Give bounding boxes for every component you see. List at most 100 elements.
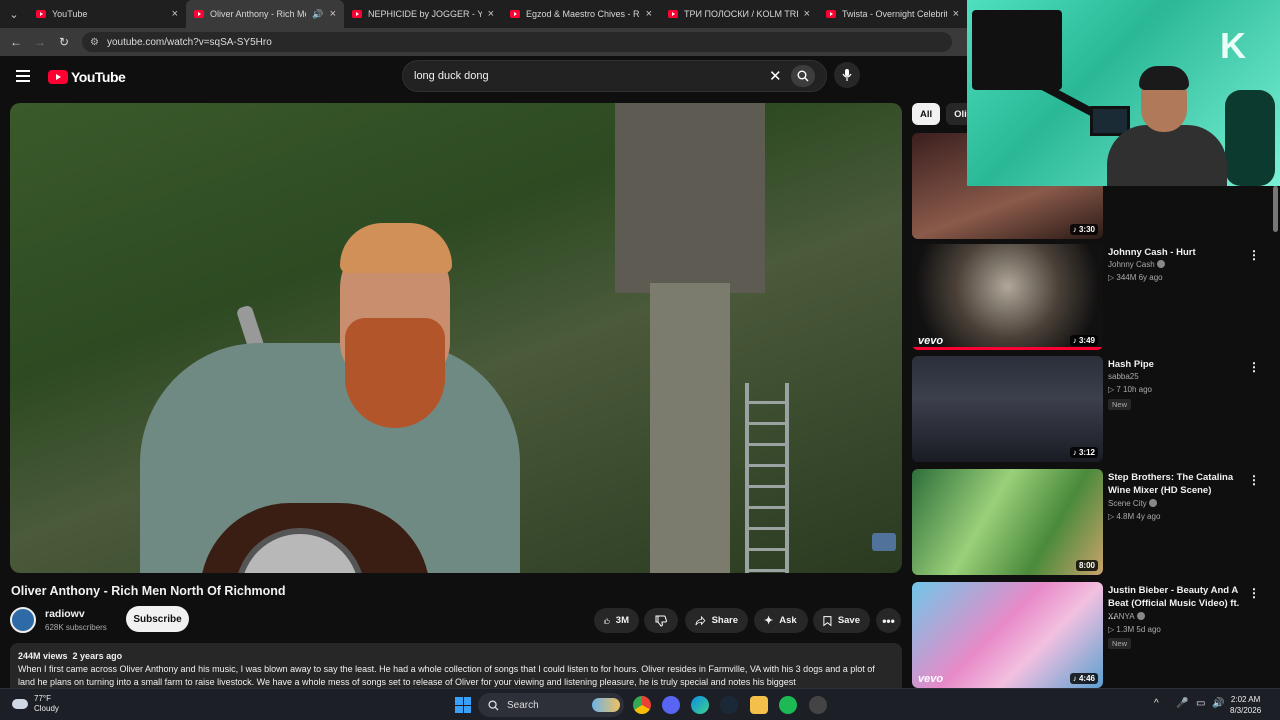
browser-tab-active[interactable]: Oliver Anthony - Rich Men 🔊 × xyxy=(186,0,344,28)
tab-close-icon[interactable]: × xyxy=(646,8,652,20)
speaker-icon[interactable]: 🔊 xyxy=(312,9,323,20)
subscriber-count: 628K subscribers xyxy=(45,623,107,632)
tab-title: NEPHICIDE by JOGGER - YouTu xyxy=(368,9,482,19)
discord-icon[interactable] xyxy=(662,696,680,714)
new-badge: New xyxy=(1108,399,1132,410)
thumbs-down-icon xyxy=(655,615,667,627)
volume-icon[interactable]: 🔊 xyxy=(1212,698,1224,709)
video-thumbnail[interactable]: vevo ♪ 4:46 xyxy=(912,582,1103,688)
file-explorer-icon[interactable] xyxy=(750,696,768,714)
channel-avatar[interactable] xyxy=(10,607,36,633)
recommendation-item[interactable]: 8:00 Step Brothers: The Catalina Wine Mi… xyxy=(912,469,1270,575)
youtube-favicon-icon xyxy=(668,10,678,18)
browser-tab[interactable]: YouTube × xyxy=(28,0,186,28)
url-text: youtube.com/watch?v=sqSA-SY5Hro xyxy=(106,36,272,48)
gaming-chair xyxy=(1225,90,1275,186)
performer-hair xyxy=(340,223,452,273)
youtube-favicon-icon xyxy=(194,10,204,18)
search-button[interactable] xyxy=(791,65,815,87)
search-highlight-image xyxy=(592,698,620,712)
recommendation-channel[interactable]: Scene City xyxy=(1108,499,1157,508)
channel-text: XANYA xyxy=(1108,612,1135,621)
subscribe-button[interactable]: Subscribe xyxy=(126,606,189,632)
tab-close-icon[interactable]: × xyxy=(804,8,810,20)
browser-tab[interactable]: Twista - Overnight Celebrity (O × xyxy=(818,0,967,28)
reload-icon[interactable]: ↻ xyxy=(52,35,76,49)
tab-close-icon[interactable]: × xyxy=(330,8,336,20)
tray-chevron-up-icon[interactable]: ^ xyxy=(1154,698,1159,709)
recommendation-channel[interactable]: sabba25 xyxy=(1108,372,1139,381)
more-vertical-icon[interactable]: ⋮ xyxy=(1248,360,1260,374)
voice-search-button[interactable] xyxy=(834,62,860,88)
description-box[interactable]: 244M views 2 years ago When I first came… xyxy=(10,643,902,693)
more-vertical-icon[interactable]: ⋮ xyxy=(1248,586,1260,600)
channel-watermark[interactable] xyxy=(872,533,896,551)
browser-toolbar: ← → ↻ ⚙ youtube.com/watch?v=sqSA-SY5Hro xyxy=(0,28,967,56)
tab-search-chevron-icon[interactable]: ⌄ xyxy=(0,0,28,28)
youtube-logo[interactable]: YouTube xyxy=(48,69,126,85)
weather-widget[interactable]: 77°F Cloudy xyxy=(12,694,59,714)
windows-start-icon[interactable] xyxy=(455,697,471,713)
recommendation-channel[interactable]: Johnny Cash xyxy=(1108,260,1165,269)
video-player[interactable] xyxy=(10,103,902,573)
tab-close-icon[interactable]: × xyxy=(488,8,494,20)
tab-title: Egzod & Maestro Chives - Roya xyxy=(526,9,640,19)
description-text: When I first came across Oliver Anthony … xyxy=(18,664,875,687)
neon-sign: K xyxy=(1220,25,1246,66)
network-icon[interactable]: ▭ xyxy=(1196,698,1205,709)
more-vertical-icon[interactable]: ⋮ xyxy=(1248,248,1260,262)
duration-text: 8:00 xyxy=(1078,561,1095,570)
clear-search-icon[interactable]: ✕ xyxy=(769,67,782,85)
search-input[interactable]: long duck dong xyxy=(414,70,489,82)
recommendation-item[interactable]: vevo ♪ 3:49 Johnny Cash - Hurt Johnny Ca… xyxy=(912,244,1270,350)
more-horizontal-icon: ••• xyxy=(882,613,895,628)
channel-name[interactable]: radiowv xyxy=(45,608,85,620)
address-bar[interactable]: ⚙ youtube.com/watch?v=sqSA-SY5Hro xyxy=(82,32,952,52)
verified-icon xyxy=(1136,612,1145,620)
back-arrow-icon[interactable]: ← xyxy=(4,35,28,49)
video-thumbnail[interactable]: 8:00 xyxy=(912,469,1103,575)
more-vertical-icon[interactable]: ⋮ xyxy=(1248,473,1260,487)
share-button[interactable]: Share xyxy=(685,608,748,633)
video-thumbnail[interactable]: ♪ 3:12 xyxy=(912,356,1103,462)
taskbar-search[interactable]: Search xyxy=(478,693,624,717)
microphone-tray-icon[interactable]: 🎤 xyxy=(1176,698,1188,709)
browser-tab[interactable]: ТРИ ПОЛОСКИ / KOLM TRIIPU × xyxy=(660,0,818,28)
recommendation-title[interactable]: Step Brothers: The Catalina Wine Mixer (… xyxy=(1108,471,1248,497)
search-label: Search xyxy=(507,699,539,711)
system-clock[interactable]: 2:02 AM 8/3/2026 xyxy=(1230,694,1261,716)
ask-button[interactable]: ✦ Ask xyxy=(754,608,808,633)
recommendation-channel[interactable]: XANYA xyxy=(1108,612,1145,621)
settings-gear-icon[interactable] xyxy=(809,696,827,714)
microphone-icon xyxy=(842,69,852,81)
site-info-icon[interactable]: ⚙ xyxy=(90,37,99,48)
logo-text: YouTube xyxy=(71,69,126,85)
save-button[interactable]: Save xyxy=(813,608,870,633)
hamburger-menu-icon[interactable] xyxy=(16,70,30,85)
edge-icon[interactable] xyxy=(691,696,709,714)
video-thumbnail[interactable]: vevo ♪ 3:49 xyxy=(912,244,1103,350)
page-scrollbar[interactable] xyxy=(1271,186,1280,688)
forward-arrow-icon[interactable]: → xyxy=(28,35,52,49)
browser-tab[interactable]: Egzod & Maestro Chives - Roya × xyxy=(502,0,660,28)
scrollbar-thumb[interactable] xyxy=(1273,186,1278,232)
recommendation-title[interactable]: Hash Pipe xyxy=(1108,358,1248,371)
spotify-icon[interactable] xyxy=(779,696,797,714)
weather-text: 77°F Cloudy xyxy=(34,694,59,714)
recommendation-item[interactable]: vevo ♪ 4:46 Justin Bieber - Beauty And A… xyxy=(912,582,1270,688)
recommendation-item[interactable]: ♪ 3:12 Hash Pipe sabba25 ▷ 7 10h ago New… xyxy=(912,356,1270,462)
search-box[interactable]: long duck dong ✕ xyxy=(402,60,827,92)
browser-tab[interactable]: NEPHICIDE by JOGGER - YouTu × xyxy=(344,0,502,28)
tab-close-icon[interactable]: × xyxy=(172,8,178,20)
like-button[interactable]: 3M xyxy=(594,608,639,633)
more-actions-button[interactable]: ••• xyxy=(876,608,901,633)
channel-text: Johnny Cash xyxy=(1108,260,1155,269)
dislike-button[interactable] xyxy=(644,608,678,633)
steam-icon[interactable] xyxy=(720,696,738,714)
recommendation-title[interactable]: Johnny Cash - Hurt xyxy=(1108,246,1248,259)
tab-close-icon[interactable]: × xyxy=(953,8,959,20)
tree-trunk xyxy=(650,283,730,573)
chip-all[interactable]: All xyxy=(912,103,941,125)
chrome-icon[interactable] xyxy=(633,696,651,714)
streamer-body xyxy=(1107,125,1227,186)
